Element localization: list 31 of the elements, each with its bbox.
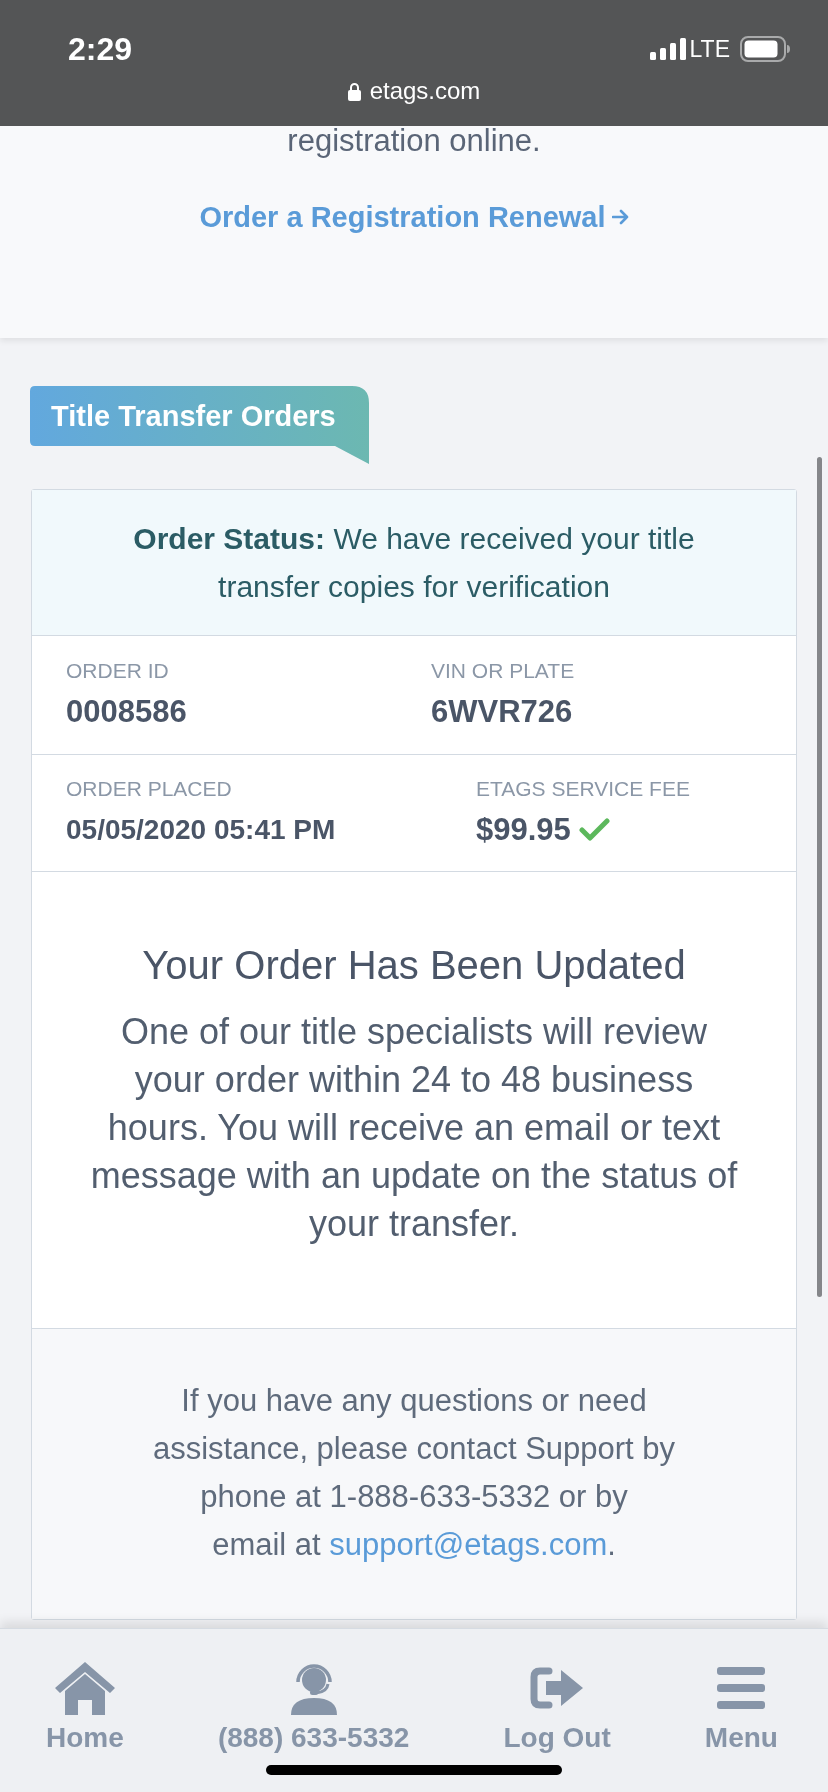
arrow-icon <box>611 209 629 225</box>
support-text: If you have any questions or need assistance, please contact Support by phone at 1-888-633-5332 or by email at support@etags.com. <box>151 1382 677 1564</box>
field-value: 0008586 <box>66 695 187 729</box>
address-bar-url[interactable]: etags.com <box>369 78 481 104</box>
message-title: Your Order Has Been Updated <box>142 943 686 987</box>
renewal-link[interactable]: Order a Registration Renewal <box>199 202 629 232</box>
nav-button[interactable]: Log Out <box>503 1661 611 1754</box>
field-value: $99.95 <box>476 813 571 847</box>
section-heading-banner: Title Transfer Orders <box>30 386 369 464</box>
lock-icon <box>347 81 361 101</box>
nav-button[interactable]: Menu <box>704 1661 778 1754</box>
field-label: ETAGS SERVICE FEE <box>476 778 691 800</box>
signal-icon <box>649 38 686 60</box>
menu-icon <box>717 1667 766 1709</box>
headset-person-icon <box>289 1661 338 1715</box>
field-value: 6WVR726 <box>431 695 573 729</box>
home-icon <box>53 1661 116 1715</box>
message-body: One of our title specialists will review your order within 24 to 48 business hours. You will receive an email or text message with an update on the status of your transfer. <box>89 1010 739 1246</box>
network-type: LTE <box>689 36 730 62</box>
field-value: 05/05/2020 05:41 PM <box>66 813 336 847</box>
nav-button[interactable]: (888) 633-5332 <box>217 1661 410 1754</box>
field-label: VIN OR PLATE <box>431 660 576 682</box>
battery-icon <box>740 36 790 62</box>
order-status-text: Order Status: We have received your title transfer copies for verification <box>132 520 696 605</box>
intro-text: registration online. <box>287 126 541 156</box>
nav-button[interactable]: Home <box>46 1661 124 1754</box>
logout-icon <box>530 1667 585 1709</box>
field-label: ORDER PLACED <box>66 778 233 800</box>
email-link[interactable]: support@etags.com <box>329 1527 608 1562</box>
clock-time: 2:29 <box>68 32 133 66</box>
field-label: ORDER ID <box>66 660 170 682</box>
